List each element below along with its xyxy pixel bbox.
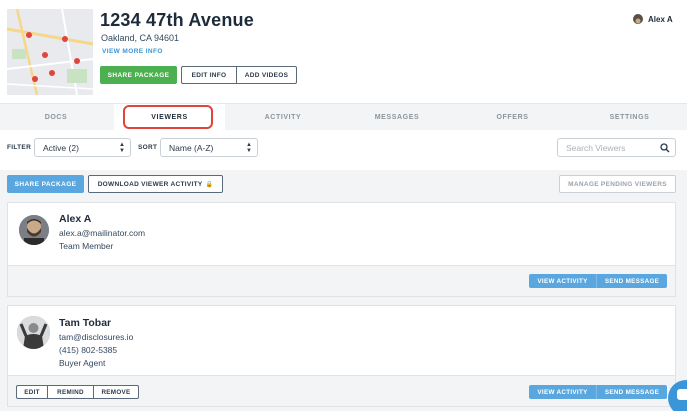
user-name: Alex A xyxy=(648,14,673,24)
download-activity-label: DOWNLOAD VIEWER ACTIVITY xyxy=(97,180,203,188)
viewer-email: alex.a@mailinator.com xyxy=(59,228,146,238)
search-placeholder: Search Viewers xyxy=(566,142,626,153)
lock-icon: 🔒 xyxy=(205,181,214,188)
viewer-name: Alex A xyxy=(59,213,92,225)
filter-select-value: Active (2) xyxy=(43,142,79,153)
view-activity-button[interactable]: VIEW ACTIVITY xyxy=(529,385,596,399)
tab-bar: DOCS VIEWERS ACTIVITY MESSAGES OFFERS SE… xyxy=(0,103,687,131)
share-package-button[interactable]: SHARE PACKAGE xyxy=(100,66,177,84)
avatar xyxy=(19,215,49,245)
viewer-card: Alex A alex.a@mailinator.com Team Member… xyxy=(7,202,676,297)
send-message-button[interactable]: SEND MESSAGE xyxy=(596,385,667,399)
send-message-button[interactable]: SEND MESSAGE xyxy=(596,274,667,288)
remind-viewer-button[interactable]: REMIND xyxy=(47,386,93,398)
select-arrows-icon: ▲ ▼ xyxy=(119,142,125,154)
edit-viewer-button[interactable]: EDIT xyxy=(17,386,47,398)
manage-pending-viewers-button[interactable]: MANAGE PENDING VIEWERS xyxy=(559,175,676,193)
viewer-action-group: VIEW ACTIVITY SEND MESSAGE xyxy=(529,385,667,399)
viewer-edit-group: EDIT REMIND REMOVE xyxy=(16,385,139,399)
download-viewer-activity-button[interactable]: DOWNLOAD VIEWER ACTIVITY 🔒 xyxy=(88,175,223,193)
viewer-role: Team Member xyxy=(59,241,114,251)
viewer-email: tam@disclosures.io xyxy=(59,332,134,342)
viewer-role: Buyer Agent xyxy=(59,358,106,368)
avatar xyxy=(17,316,50,349)
share-package-toolbar-button[interactable]: SHARE PACKAGE xyxy=(7,175,84,193)
select-arrows-icon: ▲ ▼ xyxy=(246,142,252,154)
chat-icon xyxy=(677,389,687,400)
header-button-group: EDIT INFO ADD VIDEOS xyxy=(181,66,297,84)
remove-viewer-button[interactable]: REMOVE xyxy=(93,386,138,398)
tab-activity[interactable]: ACTIVITY xyxy=(227,104,339,131)
filter-select[interactable]: Active (2) ▲ ▼ xyxy=(34,138,131,157)
sort-select-value: Name (A-Z) xyxy=(169,142,214,153)
tab-offers[interactable]: OFFERS xyxy=(455,104,570,131)
sort-select[interactable]: Name (A-Z) ▲ ▼ xyxy=(160,138,258,157)
user-menu[interactable]: Alex A xyxy=(633,14,673,24)
property-address: 1234 47th Avenue xyxy=(100,10,254,30)
view-activity-button[interactable]: VIEW ACTIVITY xyxy=(529,274,596,288)
filter-label: FILTER xyxy=(7,144,32,151)
map-image xyxy=(7,9,93,95)
viewer-phone: (415) 802-5385 xyxy=(59,345,118,355)
viewer-action-group: VIEW ACTIVITY SEND MESSAGE xyxy=(529,274,667,288)
property-header: 1234 47th Avenue Oakland, CA 94601 VIEW … xyxy=(0,0,687,102)
property-city: Oakland, CA 94601 xyxy=(101,33,180,43)
viewer-card: Tam Tobar tam@disclosures.io (415) 802-5… xyxy=(7,305,676,407)
add-videos-button[interactable]: ADD VIDEOS xyxy=(236,67,296,83)
tab-docs[interactable]: DOCS xyxy=(0,104,112,131)
viewer-card-footer: EDIT REMIND REMOVE VIEW ACTIVITY SEND ME… xyxy=(8,375,675,406)
tab-viewers[interactable]: VIEWERS xyxy=(114,104,225,131)
property-map-thumbnail[interactable] xyxy=(7,9,93,95)
search-icon[interactable] xyxy=(660,143,670,153)
search-viewers-input[interactable]: Search Viewers xyxy=(557,138,676,157)
sort-label: SORT xyxy=(138,144,158,151)
tab-settings[interactable]: SETTINGS xyxy=(572,104,687,131)
viewer-card-footer: VIEW ACTIVITY SEND MESSAGE xyxy=(8,265,675,296)
view-more-info-link[interactable]: VIEW MORE INFO xyxy=(102,48,163,55)
edit-info-button[interactable]: EDIT INFO xyxy=(182,67,236,83)
viewer-name: Tam Tobar xyxy=(59,317,112,329)
tab-messages[interactable]: MESSAGES xyxy=(341,104,453,131)
user-avatar-icon xyxy=(633,14,643,24)
